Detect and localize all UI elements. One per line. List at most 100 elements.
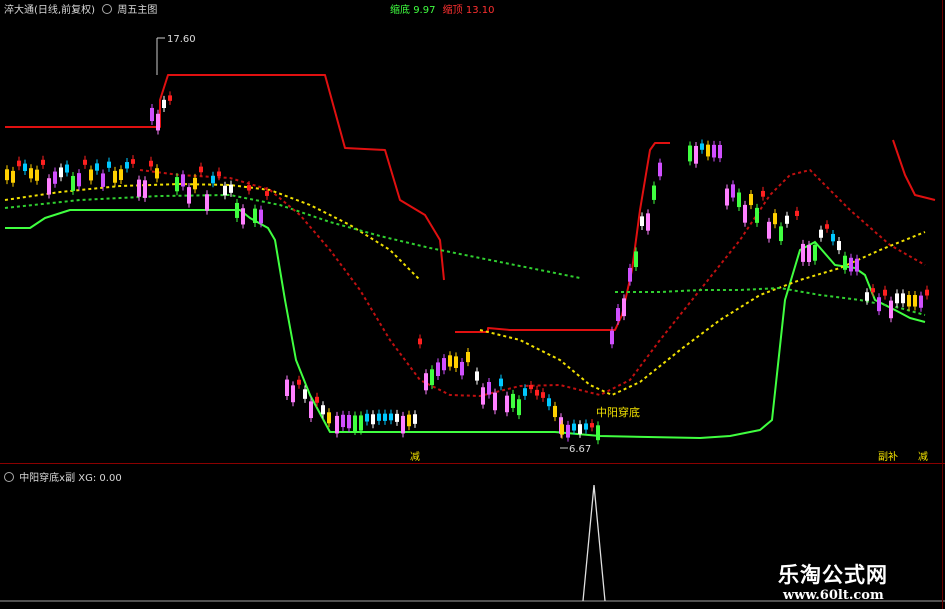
candle-body: [634, 251, 638, 268]
stock-chart[interactable]: 17.60 6.67 中阳穿底减 副补 减: [0, 0, 945, 609]
candle-body: [560, 424, 564, 435]
settings-circle-icon[interactable]: [102, 4, 113, 14]
candle-body: [871, 288, 875, 293]
ma-red-1: [139, 169, 926, 397]
candle-body: [265, 191, 269, 196]
candle-body: [335, 415, 339, 434]
ma-green-1: [4, 194, 581, 279]
candle-body: [919, 295, 923, 308]
candle-body: [149, 160, 153, 167]
candle-body: [187, 187, 191, 204]
candle-body: [65, 164, 69, 173]
candle-body: [371, 414, 375, 425]
candle-body: [865, 292, 869, 301]
candle-body: [327, 412, 331, 424]
candle-body: [119, 169, 123, 181]
candle-body: [877, 297, 881, 312]
right-edge: [942, 0, 943, 609]
candle-body: [181, 174, 185, 187]
candle-body: [59, 167, 63, 178]
candle-body: [436, 362, 440, 377]
candle-body: [511, 393, 515, 408]
marker-right-1: 副补: [878, 450, 898, 463]
candle-body: [89, 169, 93, 181]
indicator-name[interactable]: 周五主图: [117, 5, 157, 16]
candle-body: [53, 171, 57, 184]
watermark-url: www.60lt.com: [783, 588, 884, 603]
candle-body: [365, 413, 369, 422]
candle-body: [77, 173, 81, 187]
candle-body: [150, 107, 154, 122]
candle-body: [578, 424, 582, 434]
candle-body: [616, 308, 620, 321]
candle-body: [925, 289, 929, 296]
indicator-spike: [582, 484, 606, 602]
candle-body: [718, 144, 722, 159]
candle-body: [205, 194, 209, 211]
candle-body: [795, 210, 799, 217]
left-label: 缩底: [390, 5, 410, 16]
marker-right-2: 减: [918, 451, 928, 463]
candle-body: [211, 175, 215, 184]
candle-body: [143, 180, 147, 198]
candle-body: [401, 415, 405, 434]
candle-body: [155, 168, 159, 179]
candle-body: [590, 423, 594, 428]
candle-body: [628, 267, 632, 282]
candle-body: [712, 144, 716, 158]
candle-body: [156, 113, 160, 131]
candle-body: [773, 213, 777, 225]
candle-body: [359, 415, 363, 431]
candle-body: [466, 351, 470, 363]
candle-body: [831, 233, 835, 242]
candle-body: [424, 373, 428, 391]
candle-body: [418, 338, 422, 345]
candle-body: [229, 184, 233, 193]
candle-body: [761, 190, 765, 197]
candle-body: [584, 423, 588, 430]
candle-body: [321, 405, 325, 415]
candle-body: [596, 425, 600, 441]
candle-body: [843, 255, 847, 270]
candle-body: [813, 244, 817, 261]
candle-body: [131, 159, 135, 164]
candle-body: [731, 184, 735, 198]
candle-body: [247, 185, 251, 191]
candle-body: [223, 185, 227, 196]
candle-body: [572, 423, 576, 431]
candle-body: [199, 166, 203, 173]
right-value: 13.10: [465, 5, 495, 16]
sub-indicator[interactable]: 中阳穿底x副 XG: 0.00: [19, 473, 122, 484]
main-chart-header: 淬大通(日线,前复权) 周五主图: [4, 1, 157, 16]
candle-body: [315, 396, 319, 403]
candle-body: [413, 414, 417, 424]
candle-body: [17, 160, 21, 167]
candle-body: [825, 224, 829, 229]
candle-body: [460, 361, 464, 376]
candle-body: [71, 175, 75, 191]
candle-body: [779, 226, 783, 242]
ma-yellow-1: [4, 183, 421, 281]
resistance-line-2: [455, 142, 670, 333]
candle-body: [801, 243, 805, 262]
candle-body: [652, 185, 656, 200]
candle-body: [725, 188, 729, 206]
watermark-title: 乐淘公式网: [778, 563, 888, 587]
candle-body: [493, 392, 497, 411]
candle-body: [487, 381, 491, 395]
candle-body: [694, 145, 698, 164]
candle-body: [407, 414, 411, 427]
candle-body: [107, 161, 111, 168]
candle-body: [291, 385, 295, 403]
candle-body: [389, 413, 393, 421]
candle-body: [855, 258, 859, 272]
candle-body: [749, 193, 753, 206]
candle-body: [162, 99, 166, 109]
candle-body: [883, 289, 887, 296]
candle-body: [849, 257, 853, 272]
sub-settings-circle-icon[interactable]: [4, 472, 14, 482]
candle-body: [83, 159, 87, 165]
candle-body: [5, 169, 9, 181]
candle-body: [517, 399, 521, 416]
low-price-label: 6.67: [569, 444, 591, 455]
